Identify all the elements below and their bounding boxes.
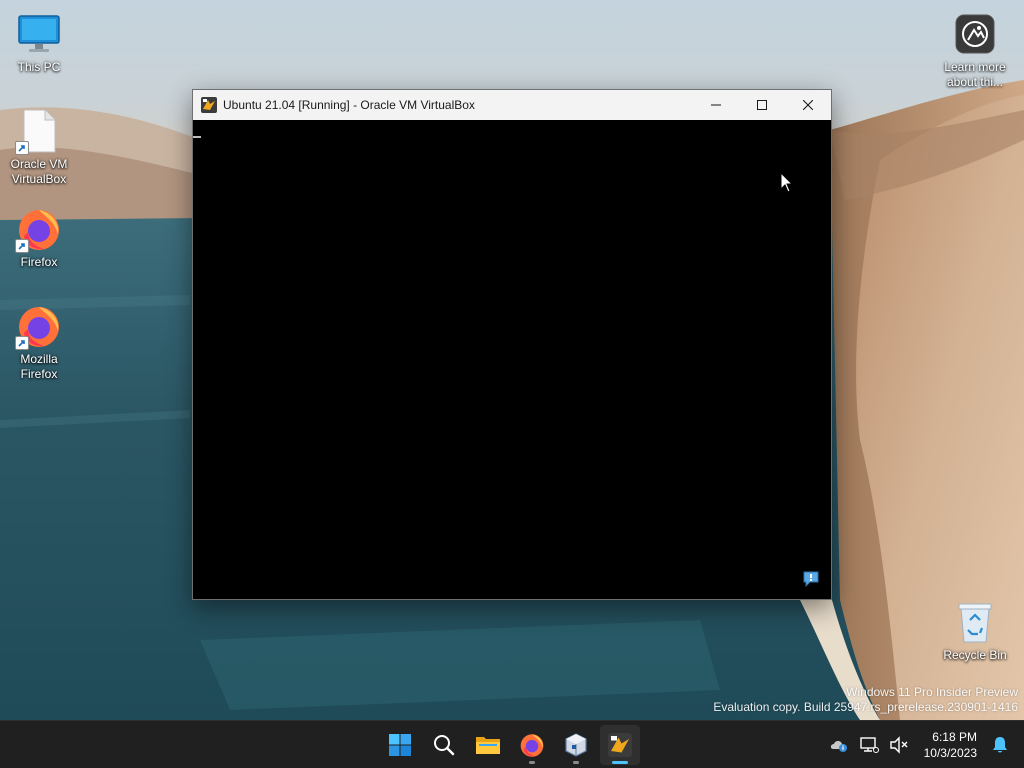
vm-display[interactable] (193, 120, 831, 599)
desktop-icon-label: Oracle VM VirtualBox (10, 157, 68, 186)
shortcut-arrow-icon (15, 141, 29, 155)
window-titlebar[interactable]: Ubuntu 21.04 [Running] - Oracle VM Virtu… (193, 90, 831, 120)
file-explorer-button[interactable] (468, 725, 508, 765)
close-button[interactable] (785, 90, 831, 120)
clock-time: 6:18 PM (932, 730, 977, 744)
taskbar-firefox[interactable] (512, 725, 552, 765)
notifications-button[interactable] (988, 733, 1012, 757)
minimize-icon (711, 104, 721, 106)
taskbar: 6:18 PM 10/3/2023 (0, 720, 1024, 768)
desktop-icon-label: Recycle Bin (943, 648, 1007, 662)
windows-logo-icon (389, 734, 411, 756)
firefox-icon (15, 205, 63, 253)
running-indicator (529, 761, 535, 764)
desktop-icon-firefox[interactable]: Firefox (1, 205, 77, 270)
onedrive-button[interactable] (827, 733, 851, 757)
desktop-icon-label: This PC (17, 60, 61, 74)
learn-more-icon (951, 10, 999, 58)
running-indicator (573, 761, 579, 764)
desktop-icon-learn-more[interactable]: Learn more about thi... (937, 10, 1013, 90)
virtualbox-vm-window[interactable]: Ubuntu 21.04 [Running] - Oracle VM Virtu… (192, 89, 832, 600)
monitor-icon (15, 10, 63, 58)
recycle-bin-icon (951, 598, 999, 646)
cloud-info-icon (830, 741, 847, 752)
volume-button[interactable] (887, 733, 911, 757)
close-icon (803, 100, 813, 110)
evaluation-watermark: Windows 11 Pro Insider Preview Evaluatio… (713, 685, 1018, 715)
firefox-icon (15, 302, 63, 350)
network-button[interactable] (857, 733, 881, 757)
system-tray: 6:18 PM 10/3/2023 (824, 721, 1024, 768)
file-shortcut-icon (15, 107, 63, 155)
watermark-line-1: Windows 11 Pro Insider Preview (846, 685, 1018, 699)
watermark-line-2: Evaluation copy. Build 25947.rs_prerelea… (713, 700, 1018, 714)
maximize-icon (757, 100, 767, 110)
folder-icon (476, 737, 500, 754)
window-title: Ubuntu 21.04 [Running] - Oracle VM Virtu… (223, 98, 475, 112)
taskbar-clock[interactable]: 6:18 PM 10/3/2023 (924, 729, 977, 761)
firefox-icon (520, 734, 544, 757)
search-icon (434, 735, 455, 756)
desktop-icon-label: Mozilla Firefox (20, 352, 58, 381)
taskbar-virtualbox-manager[interactable] (556, 725, 596, 765)
minimize-button[interactable] (693, 90, 739, 120)
network-icon (859, 737, 879, 753)
desktop-icon-oracle-vm-virtualbox[interactable]: Oracle VM VirtualBox (1, 107, 77, 187)
bell-icon (993, 737, 1007, 753)
start-button[interactable] (380, 725, 420, 765)
clock-date: 10/3/2023 (923, 746, 977, 760)
maximize-button[interactable] (739, 90, 785, 120)
search-button[interactable] (424, 725, 464, 765)
desktop-icon-this-pc[interactable]: This PC (1, 10, 77, 75)
taskbar-virtualbox-vm[interactable] (600, 725, 640, 765)
desktop-icon-label: Firefox (20, 255, 58, 269)
virtualbox-app-icon (201, 97, 217, 113)
volume-muted-icon (889, 736, 908, 754)
vm-notification-icon[interactable] (803, 571, 819, 587)
desktop-icon-recycle-bin[interactable]: Recycle Bin (937, 598, 1013, 663)
active-indicator (612, 761, 628, 764)
shortcut-arrow-icon (15, 239, 29, 253)
text-cursor (193, 136, 201, 138)
shortcut-arrow-icon (15, 336, 29, 350)
taskbar-apps (380, 721, 640, 768)
mouse-pointer-icon (780, 172, 794, 193)
desktop-icon-label: Learn more about thi... (944, 60, 1006, 89)
desktop-icon-mozilla-firefox[interactable]: Mozilla Firefox (1, 302, 77, 382)
vbox-vm-icon (608, 733, 632, 757)
virtualbox-icon (565, 733, 587, 757)
